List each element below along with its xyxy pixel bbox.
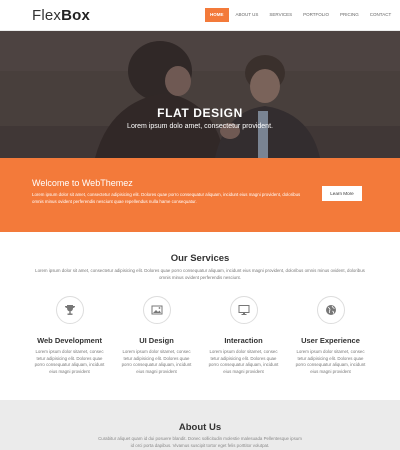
service-text: Lorem ipsum dolor sitamet, consec tetur …: [121, 349, 192, 374]
service-name: User Experience: [301, 336, 360, 345]
nav-item-portfolio[interactable]: PORTFOLIO: [299, 8, 333, 22]
site-logo[interactable]: FlexBox: [32, 7, 90, 24]
globe-icon: [316, 296, 345, 324]
hero-banner: FLAT DESIGN Lorem ipsum dolo amet, conse…: [0, 31, 400, 158]
services-title: Our Services: [170, 253, 230, 264]
trophy-icon: [55, 296, 84, 324]
about-text: Curabitur aliquet quam id dui posuere bl…: [98, 436, 302, 448]
image-icon: [142, 296, 171, 324]
welcome-text: Lorem ipsum dolor sit amet, consectetur …: [32, 192, 301, 204]
main-menu: HOME ABOUT US SERVICES PORTFOLIO PRICING…: [205, 8, 398, 22]
service-card: Interaction Lorem ipsum dolor sitamet, c…: [200, 296, 287, 375]
service-text: Lorem ipsum dolor sitamet, consec tetur …: [34, 349, 105, 374]
monitor-icon: [229, 296, 258, 324]
hero-subtitle: Lorem ipsum dolo amet, consectetur provi…: [127, 123, 273, 130]
service-card: Web Development Lorem ipsum dolor sitame…: [26, 296, 113, 375]
top-navbar: FlexBox HOME ABOUT US SERVICES PORTFOLIO…: [0, 0, 400, 31]
learn-more-button[interactable]: Learn More: [322, 186, 362, 201]
welcome-title: Welcome to WebThemez: [32, 178, 133, 188]
services-grid: Web Development Lorem ipsum dolor sitame…: [26, 296, 374, 375]
services-intro: Lorem ipsum dolor sit amet, consectetur …: [35, 268, 365, 280]
hero-photo: [0, 31, 400, 158]
nav-item-home[interactable]: HOME: [205, 8, 229, 22]
service-card: User Experience Lorem ipsum dolor sitame…: [287, 296, 374, 375]
nav-item-services[interactable]: SERVICES: [265, 8, 296, 22]
hero-title: FLAT DESIGN: [157, 106, 243, 120]
about-title: About Us: [178, 422, 222, 433]
logo-bold-text: Box: [61, 7, 91, 24]
nav-item-about-us[interactable]: ABOUT US: [232, 8, 263, 22]
service-card: UI Design Lorem ipsum dolor sitamet, con…: [113, 296, 200, 375]
service-text: Lorem ipsum dolor sitamet, consec tetur …: [295, 349, 366, 374]
service-name: UI Design: [139, 336, 174, 345]
nav-item-pricing[interactable]: PRICING: [336, 8, 363, 22]
logo-light-text: Flex: [32, 7, 62, 24]
nav-item-contact[interactable]: CONTACT: [366, 8, 395, 22]
service-text: Lorem ipsum dolor sitamet, consec tetur …: [208, 349, 279, 374]
service-name: Interaction: [224, 336, 263, 345]
service-name: Web Development: [37, 336, 102, 345]
about-section: About Us Curabitur aliquet quam id dui p…: [0, 400, 400, 450]
